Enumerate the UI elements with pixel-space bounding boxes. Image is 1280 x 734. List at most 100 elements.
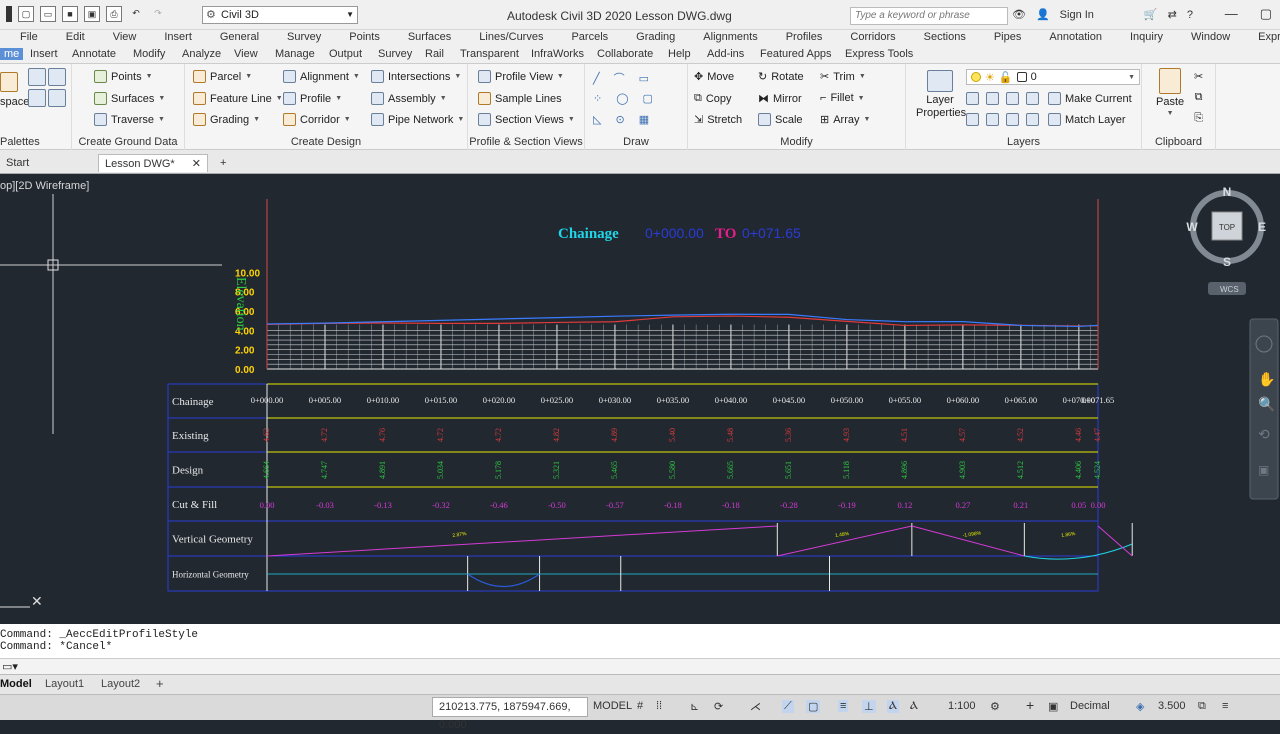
showmotion-icon[interactable]: ▣ (1258, 463, 1269, 477)
menu-view[interactable]: View (93, 30, 145, 46)
box-icon[interactable]: ▢ (643, 92, 653, 105)
corridor-button[interactable]: Corridor ▼ (283, 113, 351, 126)
menu-survey[interactable]: Survey (267, 30, 329, 46)
snap-icon[interactable]: ⁞⁞ (656, 700, 662, 712)
points-button[interactable]: Points ▼ (94, 70, 153, 83)
assembly-button[interactable]: Assembly ▼ (371, 92, 447, 105)
gradient-icon[interactable]: ▦ (639, 113, 649, 126)
ribbon-tab-insert[interactable]: Insert (30, 48, 58, 60)
feature-line-button[interactable]: Feature Line ▼ (193, 92, 283, 105)
maximize-button[interactable]: ▢ (1260, 6, 1272, 22)
transparency-icon[interactable]: ⊥ (862, 700, 876, 713)
traverse-button[interactable]: Traverse ▼ (94, 113, 165, 126)
grading-button[interactable]: Grading ▼ (193, 113, 260, 126)
ribbon-tab-featured-apps[interactable]: Featured Apps (760, 48, 832, 60)
menu-corridors[interactable]: Corridors (830, 30, 903, 46)
add-icon[interactable]: + (1026, 697, 1034, 713)
menu-parcels[interactable]: Parcels (551, 30, 616, 46)
menu-profiles[interactable]: Profiles (766, 30, 831, 46)
hatch-icon[interactable]: ◺ (593, 113, 601, 126)
hardware-accel-icon[interactable]: ▣ (1048, 700, 1058, 713)
menu-grading[interactable]: Grading (616, 30, 683, 46)
compass-west[interactable]: W (1186, 220, 1198, 234)
menu-annotation[interactable]: Annotation (1029, 30, 1110, 46)
workspace-select[interactable]: ⚙ Civil 3D ▼ (202, 6, 358, 24)
annotation-scale[interactable]: 1:100 (948, 700, 976, 712)
profile-view-button[interactable]: Profile View ▼ (478, 70, 564, 83)
ribbon-tab-survey[interactable]: Survey (378, 48, 412, 60)
parcel-button[interactable]: Parcel ▼ (193, 70, 252, 83)
ribbon-tab-modify[interactable]: Modify (133, 48, 165, 60)
palette-icon-4[interactable] (48, 89, 66, 107)
circle-icon[interactable]: ◯ (616, 92, 628, 105)
layer-tool-icon-5[interactable] (966, 113, 979, 126)
rectangle-icon[interactable]: ▭ (639, 72, 649, 85)
array-button[interactable]: ⊞ Array ▼ (820, 113, 870, 127)
menu-window[interactable]: Window (1171, 30, 1238, 46)
save-as-icon[interactable]: ▣ (84, 6, 100, 22)
workspace-gear-icon[interactable]: ⚙ (990, 700, 1000, 713)
elevation-value[interactable]: 3.500 (1158, 700, 1186, 712)
tab-start[interactable]: Start (0, 154, 35, 172)
ribbon-tab-me[interactable]: me (0, 48, 24, 60)
tab-layout2[interactable]: Layout2 (101, 678, 140, 690)
grid-icon[interactable]: # (637, 700, 643, 712)
polar-icon[interactable]: ⟳ (714, 700, 723, 713)
coordinate-readout[interactable]: 210213.775, 1875947.669, 0.000 (432, 697, 588, 731)
mirror-button[interactable]: ⧓ Mirror (758, 92, 802, 106)
minimize-button[interactable]: — (1225, 6, 1238, 22)
zoom-icon[interactable]: 🔍 (1258, 395, 1275, 413)
alignment-button[interactable]: Alignment ▼ (283, 70, 360, 83)
stretch-button[interactable]: ⇲ Stretch (694, 113, 742, 127)
tab-layout1[interactable]: Layout1 (45, 678, 84, 690)
layer-properties-button[interactable]: Layer Properties (916, 70, 966, 120)
ribbon-tab-collaborate[interactable]: Collaborate (597, 48, 653, 60)
print-icon[interactable]: ⎙ (106, 6, 122, 22)
ribbon-tab-manage[interactable]: Manage (275, 48, 315, 60)
layer-tool-icon-1[interactable] (966, 92, 979, 105)
scale-button[interactable]: Scale (758, 113, 803, 126)
ribbon-tab-transparent[interactable]: Transparent (460, 48, 519, 60)
otrack-icon[interactable]: ▢ (806, 700, 821, 713)
binoculars-icon[interactable]: 👁 (1012, 8, 1026, 21)
match-props-icon[interactable]: ⎘ (1194, 112, 1203, 125)
redo-icon[interactable]: ↷ (150, 6, 166, 22)
ribbon-tab-rail[interactable]: Rail (425, 48, 444, 60)
save-icon[interactable]: ■ (62, 6, 78, 22)
sign-in-link[interactable]: Sign In (1060, 9, 1094, 21)
cart-icon[interactable]: 🛒 (1144, 8, 1158, 21)
ribbon-tab-express-tools[interactable]: Express Tools (845, 48, 913, 60)
menu-inquiry[interactable]: Inquiry (1110, 30, 1171, 46)
menu-lines-curves[interactable]: Lines/Curves (459, 30, 551, 46)
annotation-visibility-icon[interactable]: Ⲁ (887, 700, 899, 713)
new-tab-button[interactable]: + (214, 154, 232, 172)
layer-tool-icon-8[interactable] (1026, 113, 1039, 126)
search-input[interactable]: Type a keyword or phrase (850, 7, 1008, 25)
point-icon[interactable]: ⁘ (593, 92, 602, 105)
rotate-button[interactable]: ↻ Rotate (758, 70, 804, 84)
profile-button[interactable]: Profile ▼ (283, 92, 342, 105)
trim-button[interactable]: ✂ Trim ▼ (820, 70, 866, 84)
move-button[interactable]: ✥ Move (694, 70, 734, 84)
toolspace-button[interactable]: space (0, 72, 29, 108)
layer-tool-icon-4[interactable] (1026, 92, 1039, 105)
drawing-canvas[interactable]: op][2D Wireframe] ✕ 10.00 8.00 6.00 4.00 2.0… (0, 174, 1280, 624)
sample-lines-button[interactable]: Sample Lines (478, 92, 562, 105)
ribbon-tab-output[interactable]: Output (329, 48, 362, 60)
menu-pipes[interactable]: Pipes (974, 30, 1030, 46)
clean-screen-icon[interactable]: ⧉ (1198, 700, 1206, 713)
line-icon[interactable]: ╱ (593, 72, 600, 85)
viewcube[interactable]: TOP N S E W WCS (1186, 185, 1266, 295)
ribbon-tab-view[interactable]: View (234, 48, 258, 60)
osnap-icon[interactable]: ⟋ (782, 700, 794, 713)
layer-tool-icon-3[interactable] (1006, 92, 1019, 105)
open-file-icon[interactable]: ▭ (40, 6, 56, 22)
paste-button[interactable]: Paste ▼ (1156, 68, 1184, 117)
ribbon-tab-infraworks[interactable]: InfraWorks (531, 48, 584, 60)
layer-dropdown[interactable]: ☀ 🔓 0 ▼ (966, 69, 1140, 85)
ellipse-icon[interactable]: ⊙ (615, 113, 624, 126)
units-select[interactable]: Decimal (1070, 700, 1110, 712)
menu-surfaces[interactable]: Surfaces (388, 30, 459, 46)
ortho-icon[interactable]: ⊾ (690, 700, 699, 713)
ribbon-tab-analyze[interactable]: Analyze (182, 48, 221, 60)
